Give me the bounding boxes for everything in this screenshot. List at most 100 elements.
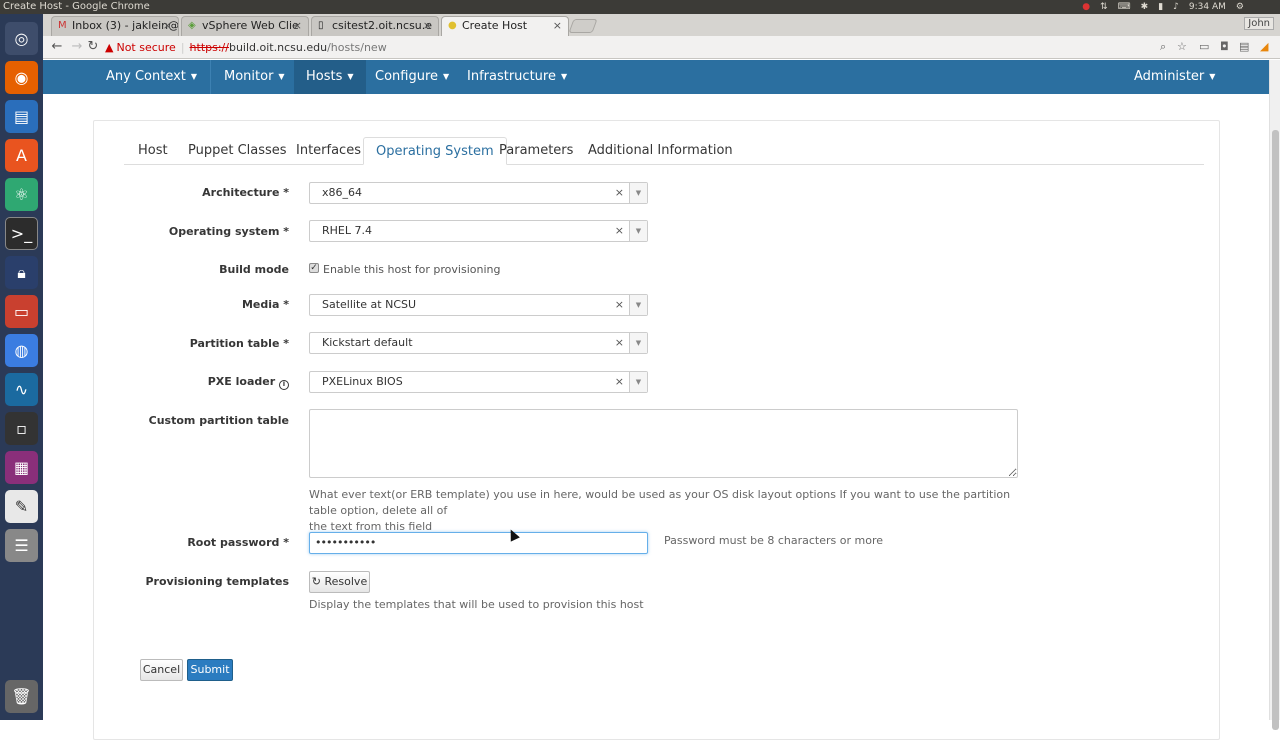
address-bar[interactable]: ▲ Not secure | https://build.oit.ncsu.edu/h… [105, 38, 1195, 57]
forward-arrow-icon[interactable]: → [69, 39, 85, 55]
writer-icon[interactable]: ▤ [5, 100, 38, 133]
select-value: x86_64 [322, 186, 363, 199]
url-scheme: https:// [189, 41, 229, 54]
divider: | [180, 41, 185, 54]
chevron-down-icon[interactable]: ▼ [629, 372, 647, 392]
clear-icon[interactable]: × [615, 372, 624, 392]
clock[interactable]: 9:34 AM [1189, 0, 1226, 14]
media-icon[interactable]: ▦ [5, 451, 38, 484]
chevron-down-icon[interactable]: ▼ [629, 295, 647, 315]
operating-system-select[interactable]: RHEL 7.4 × ▼ [309, 220, 648, 242]
close-icon[interactable]: × [553, 17, 562, 35]
network-icon[interactable]: ⇅ [1100, 0, 1108, 14]
trash-icon[interactable]: 🗑︎ [5, 680, 38, 713]
clear-icon[interactable]: × [615, 221, 624, 241]
chevron-down-icon[interactable]: ▼ [629, 183, 647, 203]
clear-icon[interactable]: × [615, 295, 624, 315]
software-center-icon[interactable]: A [5, 139, 38, 172]
nav-infrastructure[interactable]: Infrastructure ▼ [455, 60, 579, 94]
tab-host[interactable]: Host [126, 137, 180, 165]
extension-icon[interactable]: ▭ [1199, 40, 1209, 53]
bookmark-star-icon[interactable]: ☆ [1177, 40, 1187, 53]
nav-hosts[interactable]: Hosts ▼ [294, 60, 366, 94]
new-tab-button[interactable] [568, 19, 598, 33]
tab-puppet-classes[interactable]: Puppet Classes [176, 137, 299, 165]
back-arrow-icon[interactable]: ← [49, 39, 65, 55]
tab-operating-system[interactable]: Operating System [363, 137, 507, 165]
tab-additional-information[interactable]: Additional Information [576, 137, 745, 165]
vm-icon[interactable]: ▫ [5, 412, 38, 445]
select-value: RHEL 7.4 [322, 224, 372, 237]
submit-button[interactable]: Submit [187, 659, 233, 681]
clear-icon[interactable]: × [615, 333, 624, 353]
root-password-label: Root password * [187, 536, 289, 549]
browser-tab[interactable]: ▯ csitest2.oit.ncsu.e × [311, 16, 439, 36]
firefox-icon[interactable]: ◉ [5, 61, 38, 94]
reload-icon[interactable]: ↻ [85, 39, 101, 55]
bluetooth-icon[interactable]: ✱ [1141, 0, 1149, 14]
browser-tab[interactable]: ● Create Host × [441, 16, 569, 36]
nav-any-context[interactable]: Any Context ▼ [94, 60, 209, 94]
url-host: build.oit.ncsu.edu [228, 41, 328, 54]
ubuntu-logo-icon[interactable]: ◎ [5, 22, 38, 55]
build-mode-label: Build mode [219, 263, 289, 276]
root-password-input[interactable]: ••••••••••• [309, 532, 648, 554]
browser-tab[interactable]: M Inbox (3) - jaklein@ × [51, 16, 179, 36]
nav-monitor[interactable]: Monitor ▼ [212, 60, 297, 94]
clear-icon[interactable]: × [615, 183, 624, 203]
build-mode-checkbox-label[interactable]: Enable this host for provisioning [323, 263, 500, 276]
tab-parameters[interactable]: Parameters [487, 137, 585, 165]
nav-administer[interactable]: Administer ▼ [1122, 60, 1227, 94]
root-password-help: Password must be 8 characters or more [664, 534, 883, 547]
nav-label: Infrastructure [467, 69, 556, 84]
media-select[interactable]: Satellite at NCSU × ▼ [309, 294, 648, 316]
terminal-icon[interactable]: >_ [5, 217, 38, 250]
close-icon[interactable]: × [163, 17, 172, 35]
custom-partition-table-textarea[interactable] [309, 409, 1018, 478]
chevron-down-icon[interactable]: ▼ [629, 221, 647, 241]
disk-icon[interactable]: ☰ [5, 529, 38, 562]
chevron-down-icon: ▼ [443, 72, 450, 81]
chrome-icon[interactable]: ◍ [5, 334, 38, 367]
nav-configure[interactable]: Configure ▼ [363, 60, 461, 94]
page-icon: ● [448, 20, 457, 31]
info-icon[interactable]: i [279, 380, 289, 390]
resolve-button[interactable]: ↻ Resolve [309, 571, 370, 593]
architecture-label: Architecture * [202, 186, 289, 199]
top-navbar: Any Context ▼ Monitor ▼ Hosts ▼ Configure ▼ … [43, 60, 1269, 94]
browser-tab[interactable]: ◈ vSphere Web Clie × [181, 16, 309, 36]
close-icon[interactable]: × [293, 17, 302, 35]
chevron-down-icon: ▼ [278, 72, 285, 81]
pxe-loader-text: PXE loader [207, 375, 276, 388]
cancel-button[interactable]: Cancel [140, 659, 183, 681]
architecture-select[interactable]: x86_64 × ▼ [309, 182, 648, 204]
close-icon[interactable]: × [423, 17, 432, 35]
partition-table-select[interactable]: Kickstart default × ▼ [309, 332, 648, 354]
files-icon[interactable]: ▭ [5, 295, 38, 328]
scroll-thumb[interactable] [1272, 130, 1279, 730]
scrollbar[interactable] [1269, 60, 1280, 730]
record-icon[interactable]: ● [1082, 0, 1090, 14]
keyboard-icon[interactable]: ⌨ [1118, 0, 1131, 14]
pxe-loader-select[interactable]: PXELinux BIOS × ▼ [309, 371, 648, 393]
extension-icon[interactable]: ◘ [1220, 40, 1229, 53]
tab-label: vSphere Web Clie [202, 19, 299, 32]
zoom-icon[interactable]: ⌕ [1160, 40, 1166, 54]
lock-icon[interactable]: 🔒︎ [5, 256, 38, 289]
atom-icon[interactable]: ⚛ [5, 178, 38, 211]
volume-icon[interactable]: ♪ [1173, 0, 1179, 14]
tab-interfaces[interactable]: Interfaces [284, 137, 373, 165]
settings-gear-icon[interactable]: ⚙ [1236, 0, 1244, 14]
wireshark-icon[interactable]: ∿ [5, 373, 38, 406]
url-path: /hosts/new [327, 41, 387, 54]
custom-partition-table-label: Custom partition table [148, 414, 289, 427]
gmail-icon: M [58, 20, 67, 31]
text-editor-icon[interactable]: ✎ [5, 490, 38, 523]
media-label: Media * [241, 298, 289, 311]
chevron-down-icon[interactable]: ▼ [629, 333, 647, 353]
extension-icon[interactable]: ▤ [1239, 40, 1249, 53]
rss-icon[interactable]: ◢ [1260, 40, 1268, 53]
build-mode-checkbox[interactable]: ✓ [309, 263, 319, 273]
profile-badge[interactable]: John [1244, 17, 1274, 30]
battery-icon[interactable]: ▮ [1158, 0, 1163, 14]
